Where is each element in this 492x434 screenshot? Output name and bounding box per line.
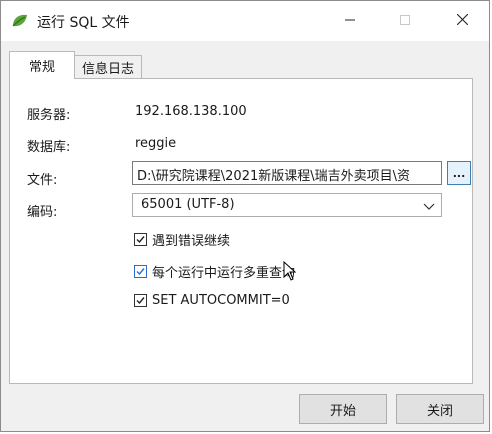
start-button-label: 开始 bbox=[329, 403, 356, 419]
close-button-label: 关闭 bbox=[426, 403, 453, 419]
start-button[interactable]: 开始 bbox=[299, 394, 387, 424]
option-multiple-queries[interactable]: 每个运行中运行多重查询 bbox=[134, 262, 295, 281]
general-tab-panel: 服务器: 192.168.138.100 数据库: reggie 文件: D:\… bbox=[9, 78, 473, 384]
option-continue-on-error[interactable]: 遇到错误继续 bbox=[134, 230, 230, 249]
database-label: 数据库: bbox=[27, 140, 71, 155]
dialog-client-area: 常规 信息日志 服务器: 192.168.138.100 数据库: reggie… bbox=[1, 41, 489, 431]
set-autocommit-label: SET AUTOCOMMIT=0 bbox=[152, 293, 290, 308]
maximize-icon bbox=[400, 14, 410, 29]
encoding-label: 编码: bbox=[27, 205, 58, 220]
browse-button-label: ... bbox=[452, 166, 466, 180]
encoding-value: 65001 (UTF-8) bbox=[141, 197, 235, 212]
tab-message-log[interactable]: 信息日志 bbox=[74, 55, 142, 79]
window-title: 运行 SQL 文件 bbox=[37, 15, 130, 31]
set-autocommit-checkbox[interactable] bbox=[134, 294, 147, 307]
run-sql-file-dialog: 运行 SQL 文件 常规 信息日志 服务器: 192.168.138.100 数… bbox=[0, 0, 490, 432]
file-label: 文件: bbox=[27, 173, 58, 188]
checkmark-icon bbox=[136, 268, 145, 276]
checkmark-icon bbox=[136, 297, 145, 305]
continue-on-error-label: 遇到错误继续 bbox=[152, 234, 231, 249]
file-path-value: D:\研究院课程\2021新版课程\瑞吉外卖项目\资 bbox=[137, 169, 410, 184]
navicat-leaf-icon bbox=[11, 13, 29, 29]
close-button[interactable]: 关闭 bbox=[396, 394, 484, 424]
encoding-select[interactable]: 65001 (UTF-8) bbox=[132, 193, 442, 217]
title-bar[interactable]: 运行 SQL 文件 bbox=[1, 1, 489, 41]
tab-general[interactable]: 常规 bbox=[9, 51, 75, 79]
tab-message-log-label: 信息日志 bbox=[81, 62, 134, 77]
maximize-button[interactable] bbox=[382, 1, 428, 41]
server-value: 192.168.138.100 bbox=[135, 104, 247, 119]
browse-file-button[interactable]: ... bbox=[447, 161, 471, 185]
close-icon bbox=[456, 13, 468, 29]
multiple-queries-checkbox[interactable] bbox=[134, 265, 147, 278]
tab-general-label: 常规 bbox=[28, 60, 55, 75]
server-label: 服务器: bbox=[27, 108, 71, 123]
continue-on-error-checkbox[interactable] bbox=[134, 233, 147, 246]
file-path-input[interactable]: D:\研究院课程\2021新版课程\瑞吉外卖项目\资 bbox=[132, 161, 442, 185]
chevron-down-icon bbox=[423, 200, 435, 210]
minimize-icon bbox=[345, 14, 355, 29]
multiple-queries-label: 每个运行中运行多重查询 bbox=[152, 266, 296, 281]
minimize-button[interactable] bbox=[327, 1, 373, 41]
close-window-button[interactable] bbox=[439, 1, 485, 41]
checkmark-icon bbox=[136, 236, 145, 244]
mouse-pointer-icon bbox=[283, 260, 297, 281]
option-set-autocommit[interactable]: SET AUTOCOMMIT=0 bbox=[134, 293, 290, 308]
database-value: reggie bbox=[135, 136, 177, 151]
